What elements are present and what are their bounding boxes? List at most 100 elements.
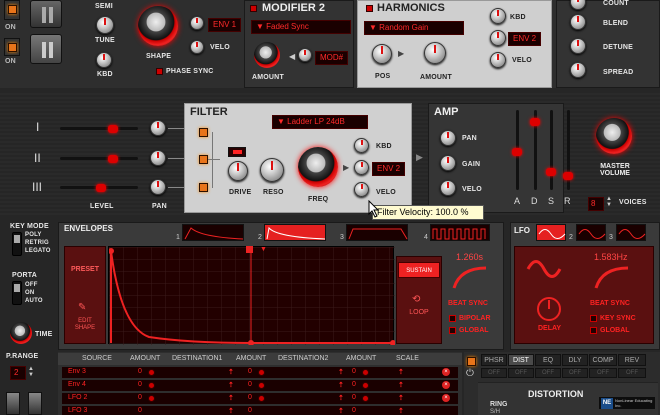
phase-sync-led[interactable] [156, 68, 163, 75]
matrix-scale-arrow-icon[interactable]: ⇡ [398, 394, 404, 402]
matrix-amount1-knob[interactable] [148, 369, 155, 376]
env-tab-3[interactable] [346, 224, 408, 241]
pan-knob-1[interactable] [150, 120, 166, 136]
porta-switch[interactable] [12, 281, 22, 305]
sustain-slider[interactable] [550, 110, 553, 190]
env-tab-2[interactable] [264, 224, 326, 241]
env-tab-4[interactable] [430, 224, 490, 241]
osc-on-button-1[interactable] [4, 0, 20, 20]
porta-time-knob[interactable] [10, 322, 32, 344]
matrix-dest1-arrow-icon[interactable]: ⇡ [228, 394, 234, 402]
matrix-amount2[interactable]: 0 [248, 381, 252, 388]
matrix-source[interactable]: Env 3 [68, 368, 86, 375]
env-beat-sync-label[interactable]: BEAT SYNC [448, 300, 488, 307]
env-preset-button[interactable]: PRESET [66, 266, 104, 273]
lfo-wave-icon[interactable] [526, 256, 562, 287]
matrix-source[interactable]: Env 4 [68, 381, 86, 388]
ring-mode-sub[interactable]: S/H [490, 409, 500, 415]
harmonics-mode-select[interactable]: ▼ Random Gain [364, 21, 464, 35]
matrix-dest2-arrow-icon[interactable]: ⇡ [338, 394, 344, 402]
reso-knob[interactable] [260, 158, 284, 182]
lfo-beat-sync-label[interactable]: BEAT SYNC [590, 300, 630, 307]
env-bipolar-led[interactable] [449, 315, 456, 322]
fx-tab-comp[interactable]: COMP [589, 354, 617, 366]
shape-knob[interactable] [138, 6, 178, 46]
porta-auto[interactable]: AUTO [25, 298, 43, 304]
matrix-dest2-arrow-icon[interactable]: ⇡ [338, 407, 344, 415]
modifier2-led[interactable] [250, 5, 257, 12]
prange-display[interactable]: 2 [10, 366, 26, 380]
keymode-legato[interactable]: LEGATO [25, 248, 51, 254]
env-bipolar-label[interactable]: BIPOLAR [459, 315, 491, 322]
keymode-poly[interactable]: POLY [25, 232, 42, 238]
matrix-row[interactable]: LFO 2 0 ⇡ 0 ⇡ 0 ⇡ × [62, 393, 458, 404]
harmonics-amount-knob[interactable] [424, 42, 446, 64]
env-tab-4-label[interactable]: 4 [424, 234, 428, 241]
matrix-amount1-knob[interactable] [148, 395, 155, 402]
fx-tab-dly[interactable]: DLY [562, 354, 588, 366]
matrix-amount3-knob[interactable] [362, 395, 369, 402]
osc-slot-button-2[interactable] [30, 34, 62, 64]
lfo-global-label[interactable]: GLOBAL [600, 327, 630, 334]
keymode-retrig[interactable]: RETRIG [25, 240, 49, 246]
amp-gain-knob[interactable] [440, 155, 456, 171]
prange-stepper-icon[interactable]: ▲ ▼ [28, 366, 34, 378]
amp-pan-knob[interactable] [440, 130, 456, 146]
env-tab-2-label[interactable]: 2 [258, 234, 262, 241]
keymode-switch[interactable] [12, 232, 22, 256]
ring-mode-label[interactable]: RING [490, 401, 508, 408]
porta-on[interactable]: ON [25, 290, 34, 296]
fx-active-led[interactable] [467, 357, 476, 366]
level-slider-2[interactable] [60, 157, 138, 160]
harmonics-kbd-knob[interactable] [490, 8, 506, 24]
lfo-tab-2-label[interactable]: 2 [569, 234, 573, 241]
shape-env-display[interactable]: ENV 1 [208, 18, 241, 32]
matrix-amount1[interactable]: 0 [138, 368, 142, 375]
lfo-delay-icon[interactable] [536, 296, 562, 327]
filter-velo-knob[interactable] [354, 182, 369, 197]
loop-icon[interactable]: ⟲ [412, 294, 420, 305]
matrix-dest1-arrow-icon[interactable]: ⇡ [228, 407, 234, 415]
lfo-tab-3[interactable] [616, 224, 646, 241]
filter-env-display[interactable]: ENV 2 [372, 162, 405, 176]
power-icon[interactable]: ⏻ [466, 368, 474, 379]
tune-knob[interactable] [96, 16, 114, 34]
fx-off-dist[interactable]: OFF [508, 368, 534, 378]
matrix-clear-icon[interactable]: × [442, 381, 450, 389]
release-handle[interactable] [563, 172, 573, 180]
filter-kbd-knob[interactable] [354, 138, 369, 153]
lfo-key-sync-label[interactable]: KEY SYNC [600, 315, 636, 322]
harmonics-velo-knob[interactable] [490, 52, 506, 68]
matrix-amount3-knob[interactable] [362, 382, 369, 389]
matrix-amount2[interactable]: 0 [248, 407, 252, 414]
master-volume-knob[interactable] [596, 118, 632, 154]
matrix-dest1-arrow-icon[interactable]: ⇡ [228, 381, 234, 389]
matrix-amount1[interactable]: 0 [138, 381, 142, 388]
matrix-amount1-knob[interactable] [148, 382, 155, 389]
filter-env-knob[interactable] [354, 160, 369, 175]
filter-type-select[interactable]: ▼ Ladder LP 24dB [272, 115, 368, 129]
shape-env-knob[interactable] [190, 16, 204, 30]
fx-tab-dist[interactable]: DIST [508, 354, 534, 366]
fx-tab-eq[interactable]: EQ [535, 354, 561, 366]
decay-handle[interactable] [530, 118, 540, 126]
matrix-amount2-knob[interactable] [258, 369, 265, 376]
matrix-amount3-knob[interactable] [362, 369, 369, 376]
drive-knob[interactable] [228, 161, 248, 181]
level-handle-2[interactable] [108, 155, 118, 163]
matrix-amount2-knob[interactable] [258, 382, 265, 389]
matrix-amount1[interactable]: 0 [138, 394, 142, 401]
env-tab-1-label[interactable]: 1 [176, 234, 180, 241]
mod-wheel[interactable] [28, 392, 42, 415]
matrix-amount2-knob[interactable] [258, 395, 265, 402]
osc-slot-button-1[interactable] [30, 0, 62, 28]
env-tab-1[interactable] [182, 224, 244, 241]
detune-knob[interactable] [570, 38, 586, 54]
env-sustain-button[interactable]: SUSTAIN [398, 262, 440, 278]
matrix-scale-arrow-icon[interactable]: ⇡ [398, 381, 404, 389]
blend-knob[interactable] [570, 14, 586, 30]
osc-on-button-2[interactable] [4, 38, 20, 56]
matrix-row[interactable]: LFO 3 0 ⇡ 0 ⇡ 0 ⇡ [62, 406, 458, 415]
matrix-clear-icon[interactable]: × [442, 368, 450, 376]
pan-knob-2[interactable] [150, 150, 166, 166]
